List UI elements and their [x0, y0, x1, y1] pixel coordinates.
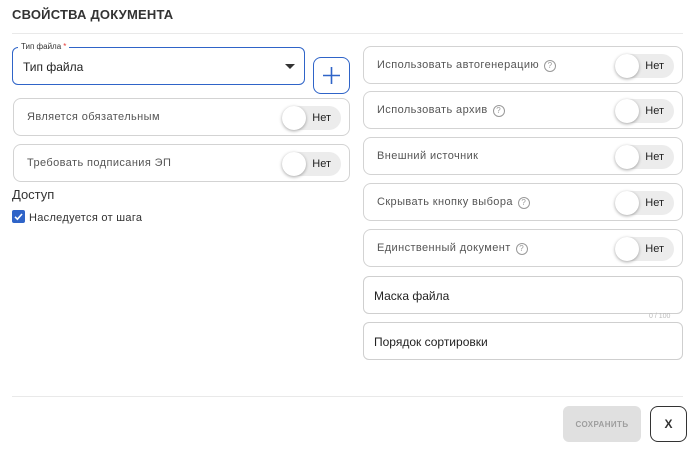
use-archive-toggle[interactable]: Нет	[615, 99, 674, 123]
header-divider	[12, 33, 683, 34]
hide-select-button-label-text: Скрывать кнопку выбора	[377, 196, 513, 208]
sort-order-input[interactable]: Порядок сортировки	[363, 322, 683, 360]
required-field-label: Является обязательным	[27, 111, 160, 123]
file-type-select[interactable]: Тип файла	[12, 47, 305, 85]
required-field: Является обязательным Нет	[13, 98, 350, 136]
toggle-knob	[615, 145, 639, 169]
footer-divider	[12, 396, 683, 397]
hide-select-button-toggle[interactable]: Нет	[615, 191, 674, 215]
toggle-state-label: Нет	[312, 112, 331, 124]
inherit-checkbox-row[interactable]: Наследуется от шага	[12, 210, 142, 224]
file-type-label-text: Тип файла	[21, 42, 62, 51]
required-toggle[interactable]: Нет	[282, 106, 341, 130]
toggle-knob	[282, 152, 306, 176]
file-mask-input[interactable]: Маска файла	[363, 276, 683, 314]
chevron-down-icon[interactable]	[285, 64, 295, 69]
autogeneration-toggle[interactable]: Нет	[615, 54, 674, 78]
single-document-toggle[interactable]: Нет	[615, 237, 674, 261]
external-source-label: Внешний источник	[377, 150, 479, 162]
file-type-label: Тип файла *	[18, 41, 70, 52]
toggle-knob	[615, 191, 639, 215]
use-archive-label-text: Использовать архив	[377, 104, 488, 116]
external-source-toggle[interactable]: Нет	[615, 145, 674, 169]
access-heading: Доступ	[12, 187, 55, 202]
toggle-knob	[615, 99, 639, 123]
file-mask-char-counter: 0 / 100	[649, 313, 671, 320]
toggle-state-label: Нет	[312, 158, 331, 170]
help-icon[interactable]: ?	[517, 197, 530, 209]
single-document-field: Единственный документ? Нет	[363, 229, 683, 267]
hide-select-button-label: Скрывать кнопку выбора?	[377, 196, 530, 209]
autogeneration-field: Использовать автогенерацию? Нет	[363, 46, 683, 84]
single-document-label: Единственный документ?	[377, 242, 528, 255]
autogeneration-label-text: Использовать автогенерацию	[377, 59, 540, 71]
single-document-label-text: Единственный документ	[377, 242, 511, 254]
toggle-state-label: Нет	[645, 151, 664, 163]
help-icon[interactable]: ?	[544, 60, 557, 72]
save-button[interactable]: СОХРАНИТЬ	[563, 406, 641, 442]
toggle-state-label: Нет	[645, 105, 664, 117]
plus-icon	[323, 67, 340, 84]
check-icon	[14, 213, 23, 221]
toggle-knob	[615, 237, 639, 261]
help-icon[interactable]: ?	[492, 105, 505, 117]
use-archive-label: Использовать архив?	[377, 104, 505, 117]
inherit-checkbox[interactable]	[12, 210, 25, 223]
external-source-field: Внешний источник Нет	[363, 137, 683, 175]
toggle-knob	[282, 106, 306, 130]
toggle-state-label: Нет	[645, 243, 664, 255]
toggle-state-label: Нет	[645, 197, 664, 209]
autogeneration-label: Использовать автогенерацию?	[377, 59, 557, 72]
add-file-type-button[interactable]	[313, 57, 350, 94]
file-type-select-value: Тип файла	[23, 60, 84, 74]
require-signature-field: Требовать подписания ЭП Нет	[13, 144, 350, 182]
page-title: СВОЙСТВА ДОКУМЕНТА	[12, 7, 174, 22]
hide-select-button-field: Скрывать кнопку выбора? Нет	[363, 183, 683, 221]
sort-order-placeholder: Порядок сортировки	[374, 335, 488, 349]
require-signature-label: Требовать подписания ЭП	[27, 157, 172, 169]
close-button[interactable]: X	[650, 406, 687, 442]
required-mark: *	[63, 42, 67, 51]
inherit-label: Наследуется от шага	[29, 212, 143, 224]
toggle-state-label: Нет	[645, 60, 664, 72]
toggle-knob	[615, 54, 639, 78]
use-archive-field: Использовать архив? Нет	[363, 91, 683, 129]
help-icon[interactable]: ?	[515, 243, 528, 255]
file-mask-placeholder: Маска файла	[374, 289, 450, 303]
require-signature-toggle[interactable]: Нет	[282, 152, 341, 176]
